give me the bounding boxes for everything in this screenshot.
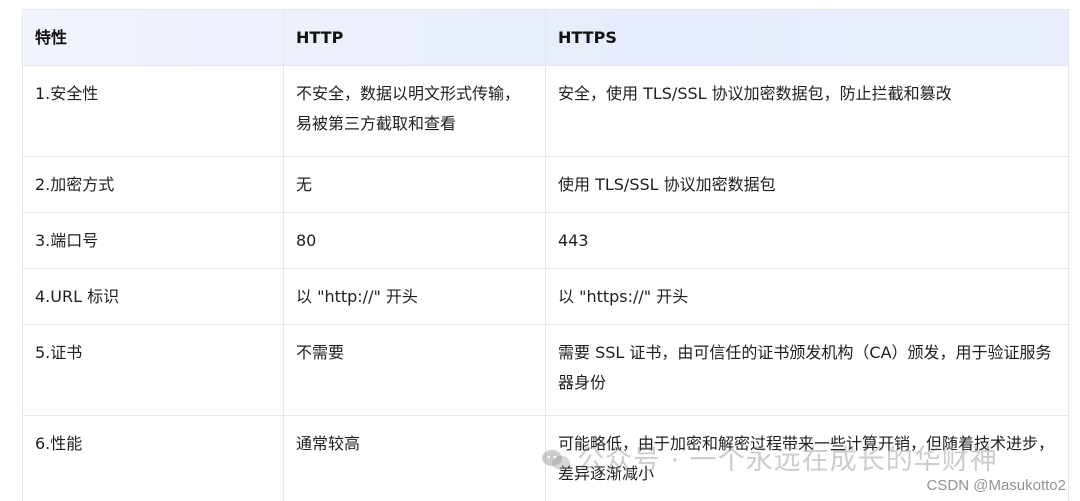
csdn-credit: CSDN @Masukotto2: [926, 477, 1066, 494]
comparison-table: 特性 HTTP HTTPS 1.安全性 不安全，数据以明文形式传输，易被第三方截…: [22, 9, 1069, 501]
table-row: 1.安全性 不安全，数据以明文形式传输，易被第三方截取和查看 安全，使用 TLS…: [22, 65, 1069, 157]
table-row: 2.加密方式 无 使用 TLS/SSL 协议加密数据包: [22, 156, 1069, 213]
cell-http: 不安全，数据以明文形式传输，易被第三方截取和查看: [283, 65, 546, 157]
cell-feature: 5.证书: [22, 324, 284, 416]
cell-http: 无: [283, 156, 546, 213]
watermark: 公众号 · 一个永远在成长的华财神: [541, 438, 998, 477]
cell-http: 80: [283, 212, 546, 269]
table-row: 4.URL 标识 以 "http://" 开头 以 "https://" 开头: [22, 268, 1069, 325]
cell-https: 使用 TLS/SSL 协议加密数据包: [545, 156, 1069, 213]
watermark-text: 公众号 · 一个永远在成长的华财神: [577, 445, 998, 476]
cell-feature: 3.端口号: [22, 212, 284, 269]
header-https: HTTPS: [545, 9, 1069, 66]
cell-http: 不需要: [283, 324, 546, 416]
cell-https: 以 "https://" 开头: [545, 268, 1069, 325]
table-header-row: 特性 HTTP HTTPS: [22, 9, 1069, 66]
table-row: 3.端口号 80 443: [22, 212, 1069, 269]
cell-http: 以 "http://" 开头: [283, 268, 546, 325]
page: 特性 HTTP HTTPS 1.安全性 不安全，数据以明文形式传输，易被第三方截…: [0, 0, 1080, 501]
cell-feature: 1.安全性: [22, 65, 284, 157]
cell-feature: 2.加密方式: [22, 156, 284, 213]
cell-http: 通常较高: [283, 415, 546, 501]
cell-feature: 6.性能: [22, 415, 284, 501]
cell-https: 安全，使用 TLS/SSL 协议加密数据包，防止拦截和篡改: [545, 65, 1069, 157]
wechat-icon: [542, 450, 570, 470]
cell-https: 443: [545, 212, 1069, 269]
header-feature: 特性: [22, 9, 284, 66]
header-http: HTTP: [283, 9, 546, 66]
table-row: 5.证书 不需要 需要 SSL 证书，由可信任的证书颁发机构（CA）颁发，用于验…: [22, 324, 1069, 416]
cell-feature: 4.URL 标识: [22, 268, 284, 325]
cell-https: 需要 SSL 证书，由可信任的证书颁发机构（CA）颁发，用于验证服务器身份: [545, 324, 1069, 416]
